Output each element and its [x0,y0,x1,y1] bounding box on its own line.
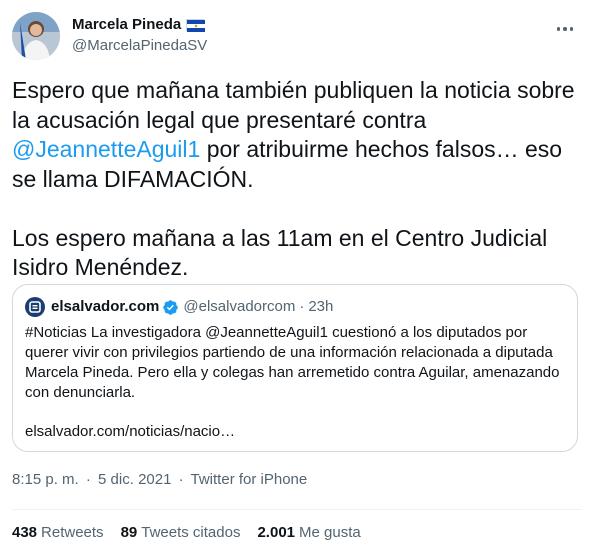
divider [12,509,582,510]
el-salvador-flag-icon [186,19,206,32]
verified-badge-icon [162,299,179,316]
quoted-author-name[interactable]: elsalvador.com [51,297,159,317]
author-display-name[interactable]: Marcela Pineda [72,15,181,35]
meta-separator-1: · [85,471,91,488]
retweets-label: Retweets [41,524,104,541]
tweet-source[interactable]: Twitter for iPhone [191,471,308,488]
avatar[interactable] [12,12,60,60]
quote-tweets-label: Tweets citados [141,524,241,541]
quoted-separator: · [299,298,305,315]
engagement-stats: 438 Retweets 89 Tweets citados 2.001 Me gus… [12,523,361,543]
quote-tweets-stat[interactable]: 89 Tweets citados [121,523,241,543]
tweet-metadata: 8:15 p. m. · 5 dic. 2021 · Twitter for i… [12,470,307,490]
quoted-time[interactable]: 23h [308,297,333,317]
tweet-time[interactable]: 8:15 p. m. [12,471,79,488]
quoted-url[interactable]: elsalvador.com/noticias/nacio… [25,423,235,440]
quoted-author-handle[interactable]: @elsalvadorcom [183,297,295,317]
quoted-tweet-card[interactable]: elsalvador.com @elsalvadorcom · 23h #Not… [12,284,578,452]
tweet-date[interactable]: 5 dic. 2021 [98,471,171,488]
tweet-text: Espero que mañana también publiquen la n… [12,76,582,283]
tweet-text-paragraph2: Los espero mañana a las 11am en el Centr… [12,224,548,281]
mention-link[interactable]: @JeannetteAguil1 [12,136,200,162]
tweet-text-part1: Espero que mañana también publiquen la n… [12,77,575,133]
quote-tweets-count: 89 [120,524,138,541]
likes-count: 2.001 [257,524,296,541]
retweets-stat[interactable]: 438 Retweets [12,523,104,543]
likes-label: Me gusta [299,524,361,541]
more-options-icon[interactable] [554,18,576,40]
meta-separator-2: · [178,471,184,488]
quoted-text: #Noticias La investigadora @JeannetteAgu… [25,324,560,401]
likes-stat[interactable]: 2.001 Me gusta [257,523,360,543]
tweet-header: Marcela Pineda @MarcelaPinedaSV [12,12,582,62]
retweets-count: 438 [12,524,38,541]
author-handle[interactable]: @MarcelaPinedaSV [72,36,207,56]
elsalvador-logo-icon [25,297,45,317]
